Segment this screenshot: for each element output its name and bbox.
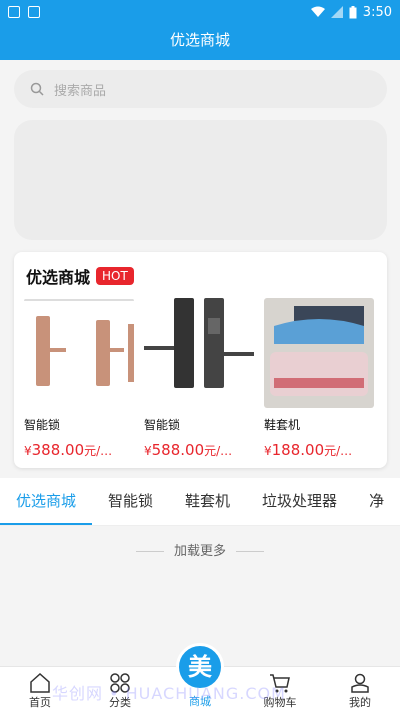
mall-icon: 美: [176, 643, 224, 691]
product-card[interactable]: 鞋套机 ¥188.00元/…: [264, 298, 374, 459]
product-card[interactable]: 智能锁 ¥388.00元/…: [24, 298, 134, 459]
signal-icon: [330, 6, 343, 18]
nav-home[interactable]: 首页: [0, 667, 80, 711]
product-name: 鞋套机: [264, 418, 301, 432]
product-name: 智能锁: [144, 418, 181, 432]
product-price: ¥588.00元/…: [144, 441, 233, 459]
product-image: [24, 298, 134, 408]
status-time: 3:50: [362, 4, 392, 20]
bottom-nav: 首页 分类 美 商城 购物车 我的: [0, 643, 400, 711]
product-image: [264, 298, 374, 408]
product-card[interactable]: 智能锁 ¥588.00元/…: [144, 298, 254, 459]
app-notification-icon: [28, 6, 40, 18]
nav-mine[interactable]: 我的: [320, 667, 400, 711]
tab-garbage-disposer[interactable]: 垃圾处理器: [246, 478, 353, 525]
tab-smart-lock[interactable]: 智能锁: [92, 478, 169, 525]
page-title: 优选商城: [0, 24, 400, 60]
tab-shoe-cover[interactable]: 鞋套机: [169, 478, 246, 525]
search-icon: [30, 82, 44, 96]
search-input[interactable]: 搜索商品: [14, 70, 387, 108]
product-price: ¥388.00元/…: [24, 441, 113, 459]
grid-icon: [110, 673, 130, 693]
hot-badge: HOT: [96, 267, 134, 285]
nav-cart[interactable]: 购物车: [240, 667, 320, 711]
tab-purifier[interactable]: 净: [353, 478, 400, 525]
hot-products-card: 优选商城 HOT 智能锁 ¥388.00元/… 智能锁 ¥588.00元/… 鞋…: [14, 252, 387, 468]
battery-icon: [349, 5, 357, 18]
tab-mall[interactable]: 优选商城: [0, 478, 93, 525]
search-placeholder: 搜索商品: [54, 83, 107, 99]
product-name: 智能锁: [24, 418, 61, 432]
product-price: ¥188.00元/…: [264, 441, 353, 459]
nav-category[interactable]: 分类: [80, 667, 160, 711]
nav-mall[interactable]: 美 商城: [160, 643, 240, 711]
cart-icon: [270, 674, 290, 693]
product-image: [144, 298, 254, 408]
home-icon: [30, 673, 50, 693]
banner[interactable]: [14, 120, 387, 240]
load-more[interactable]: 加载更多: [0, 540, 400, 559]
user-icon: [351, 673, 369, 693]
image-notification-icon: [8, 6, 20, 18]
hot-section-title: 优选商城: [26, 268, 91, 287]
wifi-icon: [310, 6, 325, 17]
status-bar: 3:50: [0, 0, 400, 24]
category-tabs: 优选商城 智能锁 鞋套机 垃圾处理器 净: [0, 478, 400, 526]
